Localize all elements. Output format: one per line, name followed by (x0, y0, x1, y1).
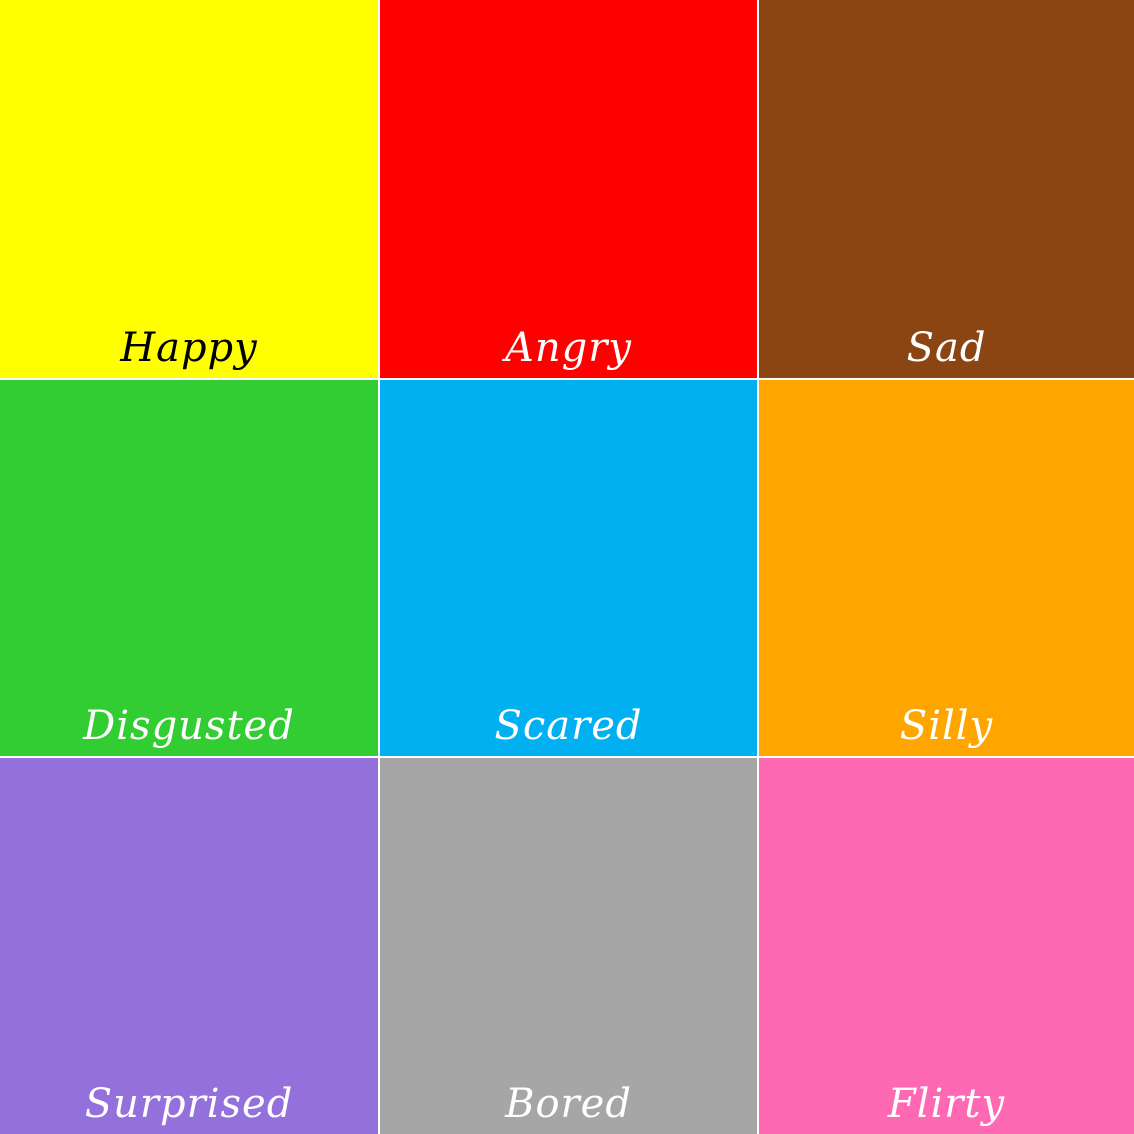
tile-label-sad: Sad (906, 325, 987, 371)
tile-angry: Angry (380, 0, 757, 378)
tile-scared: Scared (380, 380, 757, 756)
tile-disgusted: Disgusted (0, 380, 378, 756)
tile-label-flirty: Flirty (887, 1081, 1006, 1127)
tile-sad: Sad (759, 0, 1134, 378)
tile-flirty: Flirty (759, 758, 1134, 1134)
tile-surprised: Surprised (0, 758, 378, 1134)
tile-label-disgusted: Disgusted (83, 703, 295, 749)
tile-bored: Bored (380, 758, 757, 1134)
tile-label-angry: Angry (505, 325, 632, 371)
tile-happy: Happy (0, 0, 378, 378)
tile-label-surprised: Surprised (84, 1081, 294, 1127)
tile-label-bored: Bored (505, 1081, 632, 1127)
tile-label-silly: Silly (899, 703, 994, 749)
tile-label-happy: Happy (120, 325, 258, 371)
tile-label-scared: Scared (494, 703, 643, 749)
tile-silly: Silly (759, 380, 1134, 756)
emotion-color-grid: Happy Angry Sad Disgusted Scared Silly S… (0, 0, 1134, 1134)
